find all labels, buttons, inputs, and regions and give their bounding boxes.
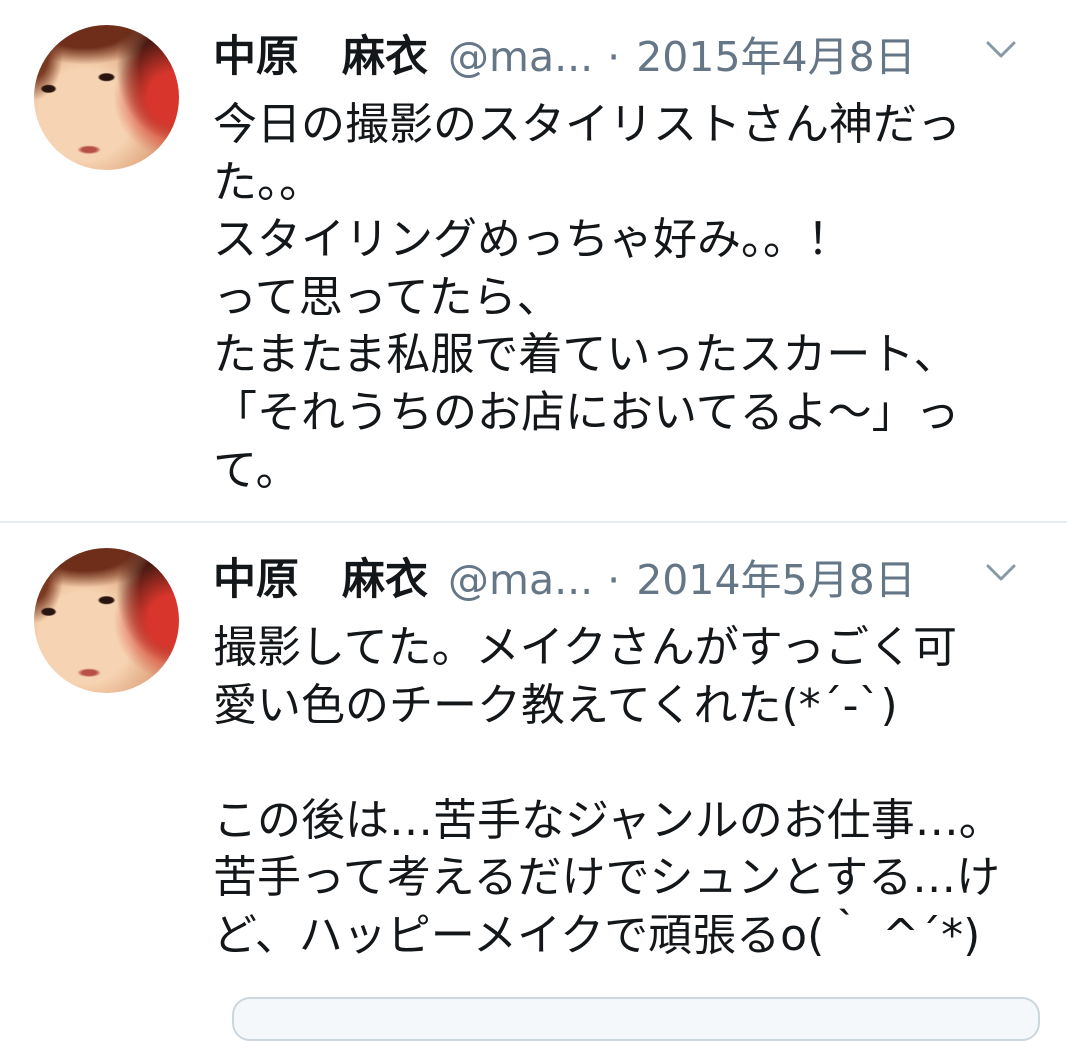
tweet-header: 中原 麻衣 @ma... · 2014年5月8日	[213, 553, 916, 607]
tweet-text-line: た。。	[213, 156, 323, 208]
tweet-text-line: 今日の撮影のスタイリストさん神だっ	[213, 99, 961, 150]
tweet-text-line	[213, 734, 1003, 792]
tweet-date[interactable]: 2015年4月8日	[636, 30, 916, 84]
author-handle[interactable]: @ma...	[448, 553, 593, 607]
tweet-text-line: スタイリングめっちゃ好み。。！	[213, 214, 851, 266]
tweet-text-line: ど、ハッピーメイクで頑張るo(｀ ^´*)	[213, 909, 981, 961]
tweet-text-line: って思ってたら、	[213, 271, 561, 323]
tweet-text-line: たまたま私服で着ていったスカート、	[213, 329, 958, 381]
avatar[interactable]	[34, 25, 179, 170]
tweet-date[interactable]: 2014年5月8日	[636, 553, 916, 607]
tweet-text-line: この後は…苦手なジャンルのお仕事…。	[213, 794, 1003, 846]
author-name[interactable]: 中原 麻衣	[213, 553, 428, 607]
header-separator: ·	[607, 556, 621, 604]
tweet-header: 中原 麻衣 @ma... · 2015年4月8日	[213, 30, 916, 84]
tweet-text-line: 愛い色のチーク教えてくれた(*´-`)	[213, 679, 898, 731]
tweet-text-line: 「それうちのお店においてるよ〜」っ	[213, 386, 960, 438]
tweet-text-line: 苦手って考えるだけでシュンとする…け	[213, 852, 1001, 904]
header-separator: ·	[607, 33, 621, 81]
tweet-text-line: 撮影してた。メイクさんがすっごく可	[213, 622, 958, 673]
author-name[interactable]: 中原 麻衣	[213, 30, 428, 84]
tweet[interactable]: 中原 麻衣 @ma... · 2014年5月8日 撮影してた。メイクさんがすっご…	[0, 523, 1067, 1004]
tweet-text: 撮影してた。メイクさんがすっごく可 愛い色のチーク教えてくれた(*´-`) この…	[213, 619, 1003, 965]
chevron-down-icon[interactable]	[985, 562, 1017, 584]
tweet-text-line: て。	[213, 444, 300, 496]
chevron-down-icon[interactable]	[985, 39, 1017, 61]
author-handle[interactable]: @ma...	[448, 30, 593, 84]
tweet[interactable]: 中原 麻衣 @ma... · 2015年4月8日 今日の撮影のスタイリストさん神…	[0, 0, 1067, 521]
avatar[interactable]	[34, 548, 179, 693]
tweet-text: 今日の撮影のスタイリストさん神だっ た。。 スタイリングめっちゃ好み。。！ って…	[213, 96, 961, 499]
